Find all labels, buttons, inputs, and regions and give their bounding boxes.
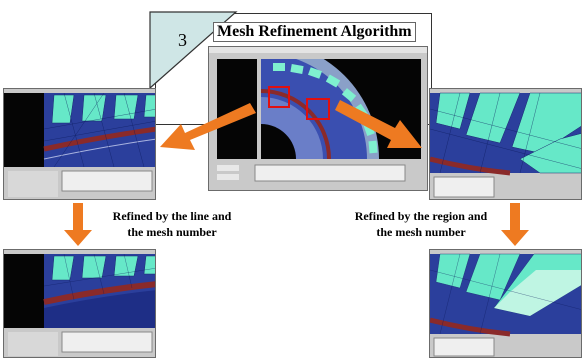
caption-left-line2: the mesh number: [127, 225, 217, 239]
caption-left-line1: Refined by the line and: [112, 209, 232, 223]
screenshot-zoom-region: [429, 88, 582, 200]
caption-right-line2: the mesh number: [376, 225, 466, 239]
side-pane: [217, 59, 257, 159]
screenshot-zoom-line: [3, 88, 156, 200]
caption-right-line1: Refined by the region and: [354, 209, 488, 223]
screenshot-refined-line: [3, 249, 156, 358]
caption-refined-by-region: Refined by the region and the mesh numbe…: [336, 208, 506, 240]
page-title: Mesh Refinement Algorithm: [213, 22, 416, 42]
screenshot-refined-region: [429, 249, 582, 358]
screenshot-original-mesh: [208, 46, 428, 191]
arrow-down-left: [64, 203, 92, 246]
step-number: 3: [178, 30, 187, 50]
caption-refined-by-line: Refined by the line and the mesh number: [92, 208, 252, 240]
